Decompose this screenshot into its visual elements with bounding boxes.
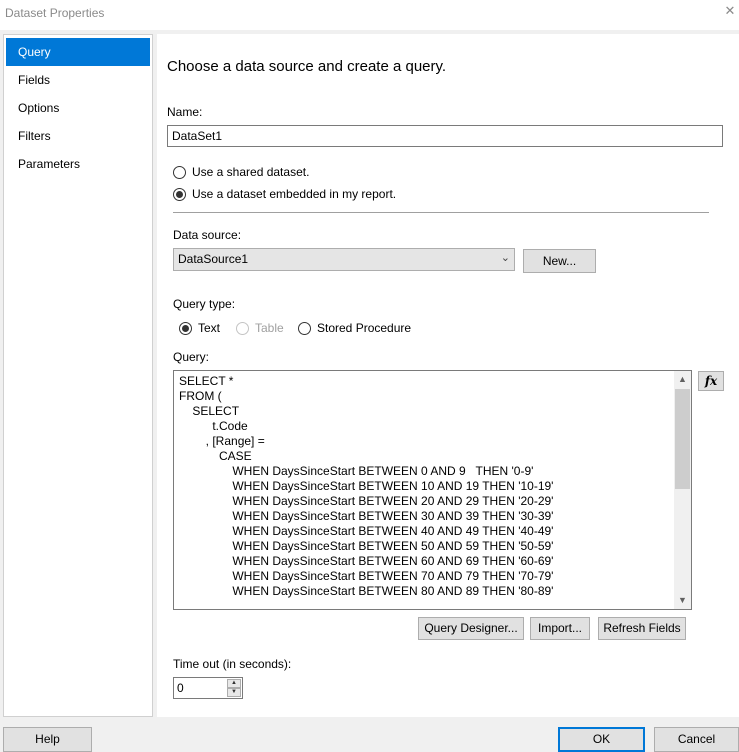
sidebar: Query Fields Options Filters Parameters	[3, 34, 153, 717]
new-datasource-button[interactable]: New...	[523, 249, 596, 273]
query-text[interactable]: SELECT * FROM ( SELECT t.Code , [Range] =…	[179, 374, 671, 599]
radio-button-icon[interactable]	[173, 165, 186, 179]
query-type-label: Query type:	[173, 297, 236, 311]
sidebar-item-query[interactable]: Query	[6, 38, 150, 66]
timeout-value[interactable]: 0	[177, 681, 184, 695]
name-label: Name:	[167, 105, 203, 119]
query-label: Query:	[173, 350, 210, 364]
help-button[interactable]: Help	[3, 727, 92, 752]
window-title: Dataset Properties	[5, 6, 105, 20]
decrement-icon[interactable]: ▼	[227, 688, 241, 697]
shared-dataset-radio[interactable]: Use a shared dataset.	[173, 165, 309, 179]
query-line[interactable]: t.Code	[179, 419, 671, 434]
cancel-button[interactable]: Cancel	[654, 727, 739, 752]
radio-button-disabled-icon	[236, 321, 249, 335]
sidebar-item-parameters[interactable]: Parameters	[6, 150, 150, 178]
datasource-label: Data source:	[173, 228, 242, 242]
separator	[173, 212, 709, 213]
datasource-dropdown[interactable]: DataSource1 ⌄	[173, 248, 515, 271]
sidebar-item-filters[interactable]: Filters	[6, 122, 150, 150]
query-designer-button[interactable]: Query Designer...	[418, 617, 524, 640]
query-line[interactable]: WHEN DaysSinceStart BETWEEN 50 AND 59 TH…	[179, 539, 671, 554]
ok-button[interactable]: OK	[558, 727, 645, 752]
query-line[interactable]: WHEN DaysSinceStart BETWEEN 20 AND 29 TH…	[179, 494, 671, 509]
main-panel: Choose a data source and create a query.…	[157, 34, 739, 717]
query-type-table-label: Table	[255, 321, 284, 335]
shared-dataset-label: Use a shared dataset.	[192, 165, 310, 179]
timeout-stepper[interactable]: 0 ▲ ▼	[173, 677, 243, 699]
radio-button-selected-icon[interactable]	[179, 321, 192, 335]
query-line[interactable]: WHEN DaysSinceStart BETWEEN 30 AND 39 TH…	[179, 509, 671, 524]
scroll-down-icon[interactable]: ▼	[674, 592, 691, 609]
embedded-dataset-label: Use a dataset embedded in my report.	[192, 187, 397, 201]
query-line[interactable]: CASE	[179, 449, 671, 464]
query-type-text-label: Text	[198, 321, 221, 335]
query-type-table-radio: Table	[236, 321, 284, 335]
query-line[interactable]: WHEN DaysSinceStart BETWEEN 80 AND 89 TH…	[179, 584, 671, 599]
query-line[interactable]: WHEN DaysSinceStart BETWEEN 40 AND 49 TH…	[179, 524, 671, 539]
chevron-down-icon[interactable]: ⌄	[501, 251, 510, 266]
refresh-fields-button[interactable]: Refresh Fields	[598, 617, 686, 640]
import-button[interactable]: Import...	[530, 617, 590, 640]
scroll-up-icon[interactable]: ▲	[674, 371, 691, 388]
query-line[interactable]: WHEN DaysSinceStart BETWEEN 0 AND 9 THEN…	[179, 464, 671, 479]
name-input[interactable]: DataSet1	[167, 125, 723, 147]
query-editor[interactable]: SELECT * FROM ( SELECT t.Code , [Range] =…	[173, 370, 692, 610]
query-line[interactable]: WHEN DaysSinceStart BETWEEN 60 AND 69 TH…	[179, 554, 671, 569]
scrollbar-thumb[interactable]	[675, 389, 690, 489]
timeout-label: Time out (in seconds):	[173, 657, 292, 671]
query-line[interactable]: WHEN DaysSinceStart BETWEEN 70 AND 79 TH…	[179, 569, 671, 584]
sidebar-item-fields[interactable]: Fields	[6, 66, 150, 94]
embedded-dataset-radio[interactable]: Use a dataset embedded in my report.	[173, 187, 396, 201]
query-line[interactable]: FROM (	[179, 389, 671, 404]
query-scrollbar[interactable]: ▲ ▼	[674, 371, 691, 609]
sidebar-item-options[interactable]: Options	[6, 94, 150, 122]
increment-icon[interactable]: ▲	[227, 679, 241, 688]
radio-button-icon[interactable]	[298, 321, 311, 335]
query-line[interactable]: SELECT *	[179, 374, 671, 389]
page-title: Choose a data source and create a query.	[167, 58, 447, 75]
query-type-stored-procedure-radio[interactable]: Stored Procedure	[298, 321, 411, 335]
query-type-stored-procedure-label: Stored Procedure	[317, 321, 412, 335]
query-line[interactable]: , [Range] =	[179, 434, 671, 449]
query-line[interactable]: SELECT	[179, 404, 671, 419]
radio-button-selected-icon[interactable]	[173, 187, 186, 201]
datasource-value: DataSource1	[178, 252, 249, 266]
close-icon[interactable]: ✕	[722, 3, 738, 21]
query-line[interactable]: WHEN DaysSinceStart BETWEEN 10 AND 19 TH…	[179, 479, 671, 494]
function-icon[interactable]: fx	[698, 371, 724, 391]
title-bar: Dataset Properties ✕	[0, 0, 739, 30]
query-type-text-radio[interactable]: Text	[179, 321, 220, 335]
